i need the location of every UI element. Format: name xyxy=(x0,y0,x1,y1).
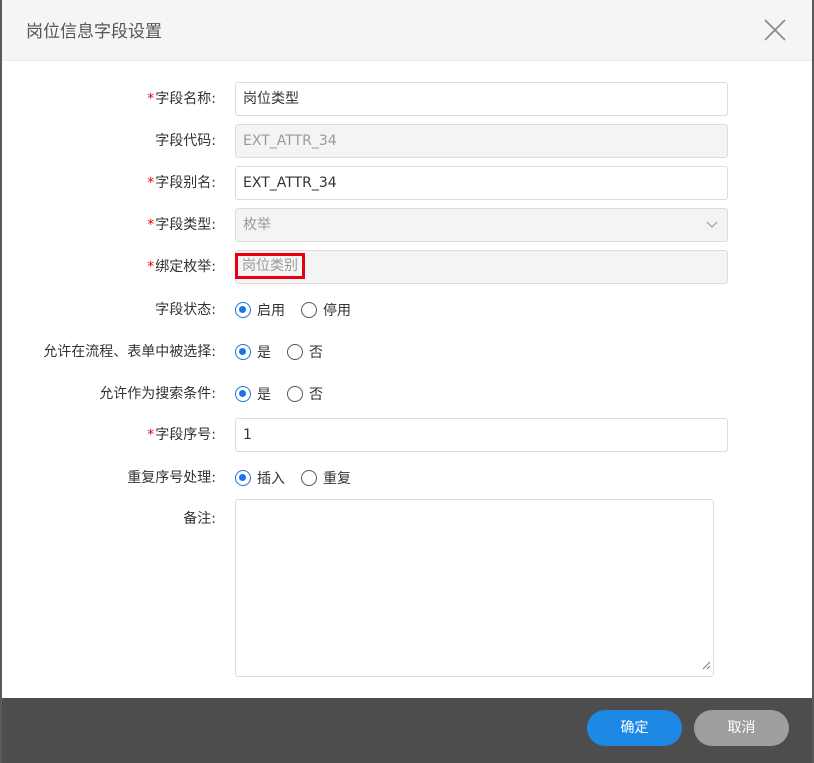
field-code-label: 字段代码: xyxy=(155,133,216,149)
radio-insert[interactable]: 插入 xyxy=(235,468,285,488)
row-allow-selected: 允许在流程、表单中被选择: 是 否 xyxy=(2,335,812,369)
dialog-header: 岗位信息字段设置 xyxy=(2,0,812,61)
close-icon[interactable] xyxy=(762,17,788,43)
row-field-order: *字段序号: 1 xyxy=(2,418,812,452)
field-type-label: *字段类型: xyxy=(147,217,216,233)
row-bind-enum: *绑定枚举: 岗位类别 xyxy=(2,250,812,284)
cancel-button[interactable]: 取消 xyxy=(694,710,789,746)
radio-unchecked-icon xyxy=(301,302,317,318)
row-field-code: 字段代码: EXT_ATTR_34 xyxy=(2,124,812,158)
radio-repeat[interactable]: 重复 xyxy=(301,468,351,488)
allow-search-radio-group: 是 否 xyxy=(235,377,339,411)
radio-allow-selected-no[interactable]: 否 xyxy=(287,342,323,362)
row-duplicate-handling: 重复序号处理: 插入 重复 xyxy=(2,461,812,495)
resize-handle-icon[interactable] xyxy=(701,658,711,674)
chevron-down-icon xyxy=(705,209,719,253)
row-field-alias: *字段别名: EXT_ATTR_34 xyxy=(2,166,812,200)
confirm-button[interactable]: 确定 xyxy=(587,710,682,746)
radio-status-enabled[interactable]: 启用 xyxy=(235,300,285,320)
radio-checked-icon xyxy=(235,344,251,360)
allow-selected-label: 允许在流程、表单中被选择: xyxy=(43,344,216,360)
radio-status-disabled[interactable]: 停用 xyxy=(301,300,351,320)
row-allow-search: 允许作为搜索条件: 是 否 xyxy=(2,377,812,411)
allow-search-label: 允许作为搜索条件: xyxy=(99,386,216,402)
highlighted-enum-value: 岗位类别 xyxy=(235,253,305,279)
field-alias-input[interactable]: EXT_ATTR_34 xyxy=(235,166,728,200)
row-field-name: *字段名称: 岗位类型 xyxy=(2,82,812,116)
field-code-input: EXT_ATTR_34 xyxy=(235,124,728,158)
field-type-select: 枚举 xyxy=(235,208,728,242)
bind-enum-label: *绑定枚举: xyxy=(147,259,216,275)
field-order-label: *字段序号: xyxy=(147,427,216,443)
row-field-status: 字段状态: 启用 停用 xyxy=(2,293,812,327)
radio-unchecked-icon xyxy=(287,386,303,402)
field-alias-label: *字段别名: xyxy=(147,175,216,191)
radio-allow-selected-yes[interactable]: 是 xyxy=(235,342,271,362)
radio-checked-icon xyxy=(235,302,251,318)
field-order-input[interactable]: 1 xyxy=(235,418,728,452)
dialog-footer: 确定 取消 xyxy=(2,698,812,763)
dialog-title: 岗位信息字段设置 xyxy=(26,22,162,42)
field-name-label: *字段名称: xyxy=(147,91,216,107)
duplicate-handling-radio-group: 插入 重复 xyxy=(235,461,367,495)
allow-selected-radio-group: 是 否 xyxy=(235,335,339,369)
row-field-type: *字段类型: 枚举 xyxy=(2,208,812,242)
duplicate-handling-label: 重复序号处理: xyxy=(127,470,216,486)
bind-enum-input[interactable]: 岗位类别 xyxy=(235,250,728,284)
remark-label: 备注: xyxy=(183,511,216,527)
radio-allow-search-yes[interactable]: 是 xyxy=(235,384,271,404)
remark-textarea[interactable] xyxy=(235,499,714,677)
field-status-label: 字段状态: xyxy=(155,302,216,318)
radio-allow-search-no[interactable]: 否 xyxy=(287,384,323,404)
field-name-input[interactable]: 岗位类型 xyxy=(235,82,728,116)
field-status-radio-group: 启用 停用 xyxy=(235,293,367,327)
radio-checked-icon xyxy=(235,470,251,486)
radio-checked-icon xyxy=(235,386,251,402)
radio-unchecked-icon xyxy=(301,470,317,486)
radio-unchecked-icon xyxy=(287,344,303,360)
field-settings-dialog: 岗位信息字段设置 *字段名称: 岗位类型 字段代码: EXT_ATTR_34 *… xyxy=(2,0,812,763)
row-remark: 备注: xyxy=(2,499,812,677)
